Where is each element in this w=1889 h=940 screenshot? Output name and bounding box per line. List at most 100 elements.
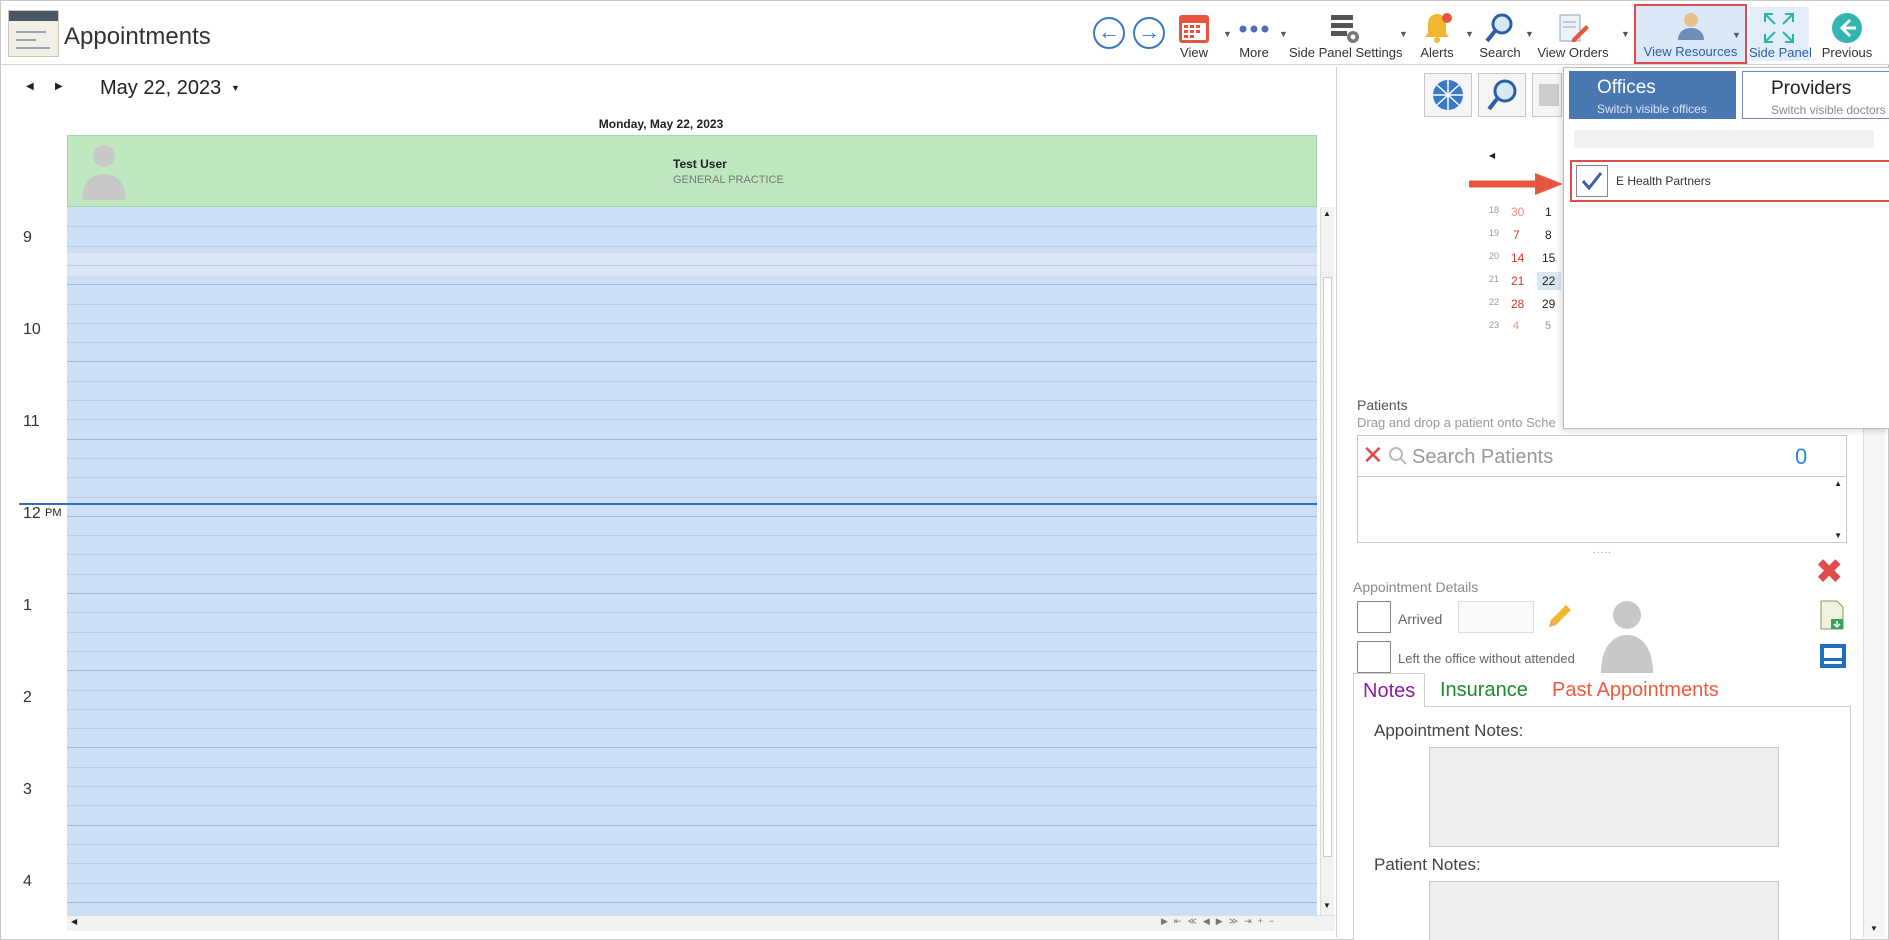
grid-line bbox=[67, 631, 1317, 633]
edit-pencil-icon[interactable] bbox=[1543, 601, 1575, 633]
grid-line bbox=[67, 342, 1317, 344]
back-circle-icon[interactable]: ← bbox=[1093, 17, 1125, 49]
scroll-up-arrow-icon[interactable]: ▲ bbox=[1323, 209, 1331, 218]
left-office-checkbox[interactable] bbox=[1357, 641, 1391, 673]
arrived-time-field[interactable] bbox=[1458, 601, 1534, 633]
more-button[interactable]: More ▼ bbox=[1231, 7, 1288, 61]
view-label: View bbox=[1180, 45, 1208, 60]
patient-count: 0 bbox=[1795, 444, 1808, 469]
scrollbar-thumb[interactable] bbox=[1323, 277, 1332, 857]
grid-line bbox=[67, 380, 1317, 382]
chevron-down-icon[interactable]: ▼ bbox=[1279, 29, 1288, 39]
appointment-notes-textarea[interactable] bbox=[1429, 747, 1779, 847]
side-panel-settings-button[interactable]: Side Panel Settings ▼ bbox=[1289, 7, 1408, 61]
next-day-arrow-icon[interactable]: ▶ bbox=[55, 81, 63, 92]
mini-cal-day[interactable]: 29 bbox=[1542, 297, 1555, 311]
grid-line bbox=[67, 747, 1317, 749]
patient-results-list[interactable]: ▲ ▼ bbox=[1357, 477, 1847, 543]
header-bar: Appointments ← → View ▼ More ▼ Side Pane… bbox=[1, 1, 1889, 65]
arrived-label: Arrived bbox=[1398, 611, 1443, 627]
chevron-down-icon[interactable]: ▼ bbox=[1525, 29, 1534, 39]
offices-tab-title: Offices bbox=[1597, 77, 1656, 98]
page-title: Appointments bbox=[64, 23, 211, 50]
hour-label: 1 bbox=[23, 597, 32, 614]
panel-divider bbox=[1336, 67, 1337, 937]
globe-icon bbox=[1433, 80, 1463, 110]
previous-label: Previous bbox=[1821, 45, 1873, 60]
search-label: Search bbox=[1479, 45, 1521, 60]
delete-x-icon[interactable]: ✖ bbox=[1815, 555, 1844, 589]
date-chevron-down-icon[interactable]: ▼ bbox=[231, 83, 240, 93]
clear-x-icon[interactable]: ✕ bbox=[1362, 440, 1384, 470]
chevron-down-icon[interactable]: ▼ bbox=[1399, 29, 1408, 39]
tab-notes[interactable]: Notes bbox=[1353, 673, 1426, 707]
view-resources-button[interactable]: View Resources ▼ bbox=[1634, 4, 1747, 64]
arrived-checkbox[interactable] bbox=[1357, 601, 1391, 633]
splitter-grip[interactable]: ..... bbox=[1593, 545, 1612, 556]
grid-line bbox=[67, 573, 1317, 575]
checkmark-icon bbox=[1581, 172, 1603, 191]
globe-button[interactable] bbox=[1424, 73, 1472, 117]
document-download-icon[interactable] bbox=[1817, 599, 1847, 631]
patient-notes-textarea[interactable] bbox=[1429, 881, 1779, 940]
grid-line bbox=[67, 786, 1317, 787]
mini-cal-day[interactable]: 15 bbox=[1542, 251, 1555, 265]
mini-cal-day[interactable]: 7 bbox=[1513, 228, 1520, 242]
mini-cal-day[interactable]: 1 bbox=[1545, 205, 1552, 219]
magnifier-icon bbox=[1485, 13, 1513, 43]
horizontal-scrollbar[interactable]: ◀ ▶⇤≪◀▶≫⇥+− bbox=[67, 915, 1335, 931]
vertical-scrollbar[interactable]: ▲ ▼ bbox=[1320, 207, 1334, 915]
tab-providers[interactable]: Providers Switch visible doctors bbox=[1742, 71, 1889, 119]
patient-search-box[interactable]: ✕ Search Patients 0 bbox=[1357, 435, 1847, 477]
blurred-option-row[interactable] bbox=[1574, 130, 1874, 148]
mini-cal-day[interactable]: 4 bbox=[1513, 320, 1519, 332]
tab-past-appointments[interactable]: Past Appointments bbox=[1543, 673, 1728, 707]
office-checkbox[interactable] bbox=[1576, 165, 1608, 197]
mini-cal-day[interactable]: 8 bbox=[1545, 228, 1552, 242]
left-office-label: Left the office without attended bbox=[1398, 651, 1575, 666]
scroll-left-arrow-icon[interactable]: ◀ bbox=[71, 917, 77, 926]
grid-line bbox=[67, 882, 1317, 884]
mini-cal-day[interactable]: 30 bbox=[1511, 205, 1524, 219]
chevron-down-icon[interactable]: ▼ bbox=[1465, 29, 1474, 39]
current-date-label[interactable]: May 22, 2023 bbox=[100, 77, 221, 100]
mini-cal-day[interactable]: 28 bbox=[1511, 297, 1524, 311]
navigation-buttons[interactable]: ▶⇤≪◀▶≫⇥+− bbox=[1161, 916, 1280, 927]
tab-insurance[interactable]: Insurance bbox=[1431, 673, 1537, 707]
mini-cal-selected-day[interactable]: 22 bbox=[1537, 272, 1561, 290]
chevron-down-icon[interactable]: ▼ bbox=[1732, 30, 1741, 40]
grid-line bbox=[67, 515, 1317, 517]
view-orders-button[interactable]: View Orders ▼ bbox=[1537, 7, 1630, 61]
side-panel-button[interactable]: Side Panel bbox=[1749, 7, 1812, 61]
zoom-button[interactable] bbox=[1478, 73, 1526, 117]
scroll-down-arrow-icon[interactable]: ▼ bbox=[1870, 924, 1878, 933]
offices-tab-subtitle: Switch visible offices bbox=[1597, 102, 1707, 116]
view-button[interactable]: View ▼ bbox=[1169, 7, 1232, 61]
grid-line bbox=[67, 284, 1317, 286]
app-calendar-logo-icon bbox=[8, 10, 59, 57]
search-input[interactable]: Search Patients bbox=[1412, 446, 1553, 469]
chevron-down-icon[interactable]: ▼ bbox=[1621, 29, 1630, 39]
forward-circle-icon[interactable]: → bbox=[1133, 17, 1165, 49]
tab-offices[interactable]: Offices Switch visible offices bbox=[1569, 71, 1736, 119]
search-button[interactable]: Search ▼ bbox=[1475, 7, 1534, 61]
office-item-e-health-partners[interactable]: E Health Partners bbox=[1570, 160, 1889, 202]
scroll-down-arrow-icon[interactable]: ▼ bbox=[1323, 901, 1331, 910]
list-scroll-up-icon[interactable]: ▲ bbox=[1834, 479, 1842, 488]
contact-button[interactable] bbox=[1532, 73, 1562, 117]
mini-cal-day[interactable]: 14 bbox=[1511, 251, 1524, 265]
prev-day-arrow-icon[interactable]: ◀ bbox=[26, 81, 34, 92]
grid-line bbox=[67, 477, 1317, 479]
list-scroll-down-icon[interactable]: ▼ bbox=[1834, 531, 1842, 540]
mini-cal-prev-arrow-icon[interactable]: ◀ bbox=[1489, 151, 1495, 160]
patient-notes-label: Patient Notes: bbox=[1374, 855, 1481, 874]
inbox-tray-icon[interactable] bbox=[1817, 641, 1849, 671]
schedule-grid[interactable] bbox=[67, 207, 1317, 915]
resource-specialty: GENERAL PRACTICE bbox=[673, 174, 784, 186]
mini-cal-day[interactable]: 5 bbox=[1545, 320, 1551, 332]
mini-cal-day[interactable]: 21 bbox=[1511, 274, 1524, 288]
alerts-button[interactable]: Alerts ▼ bbox=[1413, 7, 1474, 61]
grid-line bbox=[67, 496, 1317, 498]
previous-button[interactable]: Previous bbox=[1819, 7, 1875, 61]
providers-tab-title: Providers bbox=[1771, 78, 1852, 99]
